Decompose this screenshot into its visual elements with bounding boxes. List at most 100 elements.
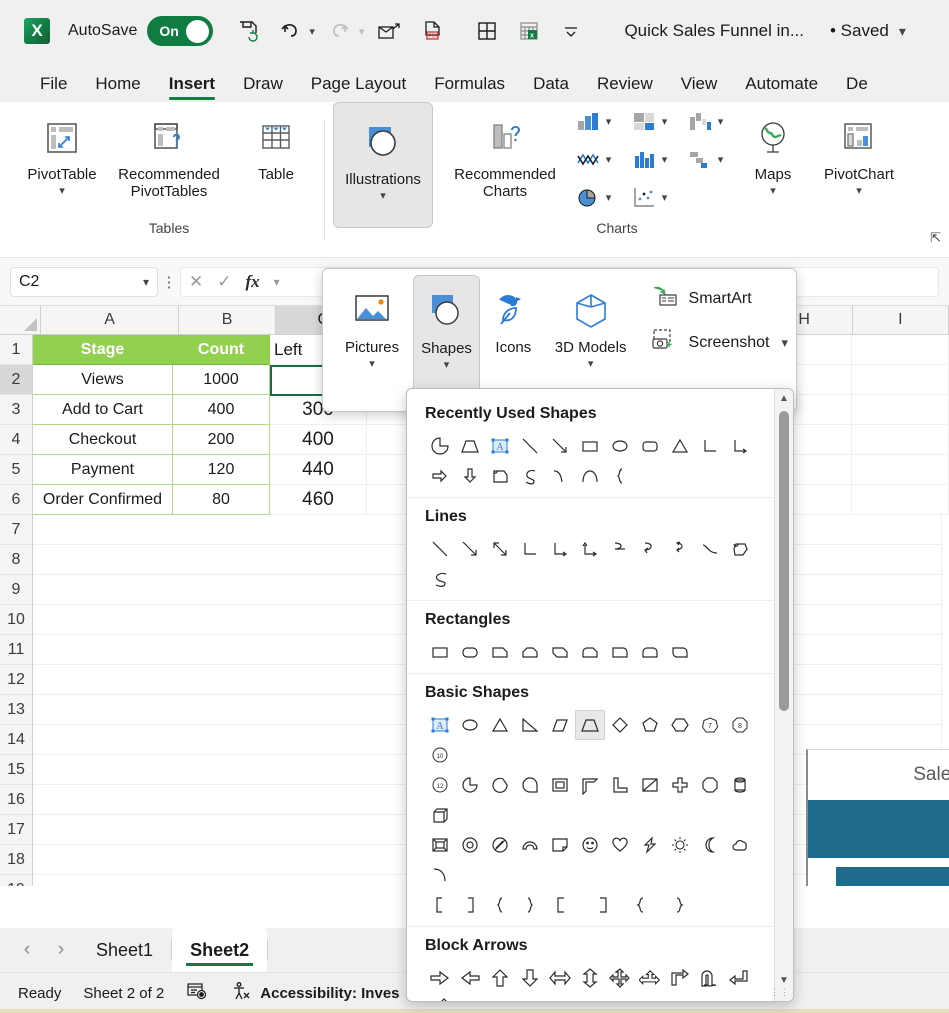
curve-shape[interactable]	[695, 534, 725, 564]
right-arrow-shape[interactable]	[425, 461, 455, 491]
scribble-shape[interactable]	[515, 461, 545, 491]
row-header-17[interactable]: 17	[0, 815, 32, 845]
cell-b5[interactable]: 120	[173, 455, 270, 485]
chord-shape[interactable]	[485, 770, 515, 800]
scrollbar-thumb[interactable]	[779, 411, 789, 711]
formula-bar-chevron-down-icon[interactable]: ▾	[274, 275, 280, 289]
maps-chevron-down-icon[interactable]: ▾	[770, 186, 776, 197]
pivottable-chevron-down-icon[interactable]: ▾	[59, 186, 65, 197]
round-same-side-corner-rectangle-shape[interactable]	[635, 637, 665, 667]
left-arrow-shape[interactable]	[455, 963, 485, 993]
enter-icon[interactable]: ✓	[217, 272, 231, 292]
bevel-shape[interactable]	[425, 830, 455, 860]
cell-a6[interactable]: Order Confirmed	[33, 485, 173, 515]
parallelogram-shape[interactable]	[545, 710, 575, 740]
teardrop-shape[interactable]	[515, 770, 545, 800]
double-bracket-right-shape[interactable]	[583, 890, 621, 920]
shapes-chevron-down-icon[interactable]: ▾	[444, 360, 450, 371]
line-shape[interactable]	[425, 534, 455, 564]
cell-b1[interactable]: Count	[173, 335, 270, 365]
smiley-face-shape[interactable]	[575, 830, 605, 860]
pivotchart-button[interactable]: PivotChart ▾	[813, 102, 905, 197]
row-header-5[interactable]: 5	[0, 455, 32, 485]
autosave-toggle[interactable]: On	[147, 16, 214, 46]
cell-a4[interactable]: Checkout	[33, 425, 173, 455]
cell-b6[interactable]: 80	[173, 485, 270, 515]
export-pdf-icon[interactable]: PDF	[414, 14, 448, 48]
elbow-double-arrow-connector-shape[interactable]	[575, 534, 605, 564]
tab-automate[interactable]: Automate	[731, 74, 832, 102]
quad-arrow-shape[interactable]	[605, 963, 635, 993]
double-brace-shape[interactable]	[621, 890, 661, 920]
oval-shape[interactable]	[455, 710, 485, 740]
pictures-chevron-down-icon[interactable]: ▾	[369, 359, 375, 370]
row-header-1[interactable]: 1	[0, 335, 32, 365]
select-all-corner[interactable]	[0, 306, 41, 334]
pie-wedge-shape[interactable]	[425, 431, 455, 461]
layout-icon[interactable]	[470, 14, 504, 48]
double-brace-right-shape[interactable]	[661, 890, 701, 920]
up-down-arrow-shape[interactable]	[575, 963, 605, 993]
scribble-shape[interactable]	[425, 564, 455, 594]
pivottable-button[interactable]: PivotTable ▾	[14, 102, 110, 197]
block-arc-shape[interactable]	[515, 830, 545, 860]
diagonal-stripe-shape[interactable]	[635, 770, 665, 800]
text-box-shape[interactable]: A	[485, 431, 515, 461]
flowchart-shape[interactable]	[485, 461, 515, 491]
tab-review[interactable]: Review	[583, 74, 667, 102]
row-header-16[interactable]: 16	[0, 785, 32, 815]
column-header-b[interactable]: B	[179, 306, 276, 334]
snip-diagonal-corner-rectangle-shape[interactable]	[545, 637, 575, 667]
heart-shape[interactable]	[605, 830, 635, 860]
row-header-19[interactable]: 19	[0, 875, 32, 887]
diamond-shape[interactable]	[605, 710, 635, 740]
saved-chevron-down-icon[interactable]: ▾	[899, 23, 906, 40]
row-header-12[interactable]: 12	[0, 665, 32, 695]
scroll-up-arrow-icon[interactable]: ▲	[775, 389, 793, 407]
shapes-button[interactable]: Shapes ▾	[413, 275, 480, 393]
double-bracket-shape[interactable]	[545, 890, 583, 920]
trapezoid-shape[interactable]	[455, 431, 485, 461]
tab-formulas[interactable]: Formulas	[420, 74, 519, 102]
tab-page-layout[interactable]: Page Layout	[297, 74, 420, 102]
name-box-chevron-down-icon[interactable]: ▾	[143, 275, 149, 289]
tab-insert[interactable]: Insert	[155, 74, 229, 102]
row-header-14[interactable]: 14	[0, 725, 32, 755]
octagon-shape[interactable]: 8	[725, 710, 755, 740]
curved-arrow-connector-shape[interactable]	[635, 534, 665, 564]
chart-object[interactable]: Sales	[806, 749, 949, 886]
table-button[interactable]: Table	[228, 102, 324, 183]
trapezoid-shape[interactable]	[575, 710, 605, 740]
bent-up-arrow-shape[interactable]	[425, 993, 455, 1001]
line-arrow-shape[interactable]	[455, 534, 485, 564]
elbow-arrow-connector-shape[interactable]	[725, 431, 755, 461]
tab-data[interactable]: Data	[519, 74, 583, 102]
isosceles-triangle-shape[interactable]	[485, 710, 515, 740]
hierarchy-chart-icon[interactable]: ▾	[621, 102, 677, 140]
record-macro-icon[interactable]	[186, 981, 208, 1005]
name-box[interactable]: C2 ▾	[10, 266, 158, 297]
cell-i1[interactable]	[852, 335, 949, 365]
cell-a5[interactable]: Payment	[33, 455, 173, 485]
cell-c6[interactable]: 460	[270, 485, 367, 515]
accessibility-status[interactable]: Accessibility: Inves	[230, 981, 400, 1005]
cell-i6[interactable]	[852, 485, 949, 515]
cancel-icon[interactable]: ✕	[189, 272, 203, 292]
screenshot-button[interactable]: Screenshot ▾	[651, 328, 788, 357]
waterfall-chart-icon[interactable]: ▾	[677, 102, 733, 140]
illustrations-chevron-down-icon[interactable]: ▾	[380, 191, 386, 202]
cell-b3[interactable]: 400	[173, 395, 270, 425]
tab-developer[interactable]: De	[832, 74, 882, 102]
u-turn-arrow-shape[interactable]	[695, 963, 725, 993]
cell-i2[interactable]	[852, 365, 949, 395]
row-header-18[interactable]: 18	[0, 845, 32, 875]
arc-shape[interactable]	[575, 461, 605, 491]
row-header-3[interactable]: 3	[0, 395, 32, 425]
left-right-arrow-shape[interactable]	[545, 963, 575, 993]
cell-a2[interactable]: Views	[33, 365, 173, 395]
line-chart-icon[interactable]: ▾	[565, 140, 621, 178]
heptagon-shape[interactable]: 7	[695, 710, 725, 740]
cell-b2[interactable]: 1000	[173, 365, 270, 395]
left-up-arrow-shape[interactable]	[725, 963, 755, 993]
pivotchart-chevron-down-icon[interactable]: ▾	[856, 186, 862, 197]
